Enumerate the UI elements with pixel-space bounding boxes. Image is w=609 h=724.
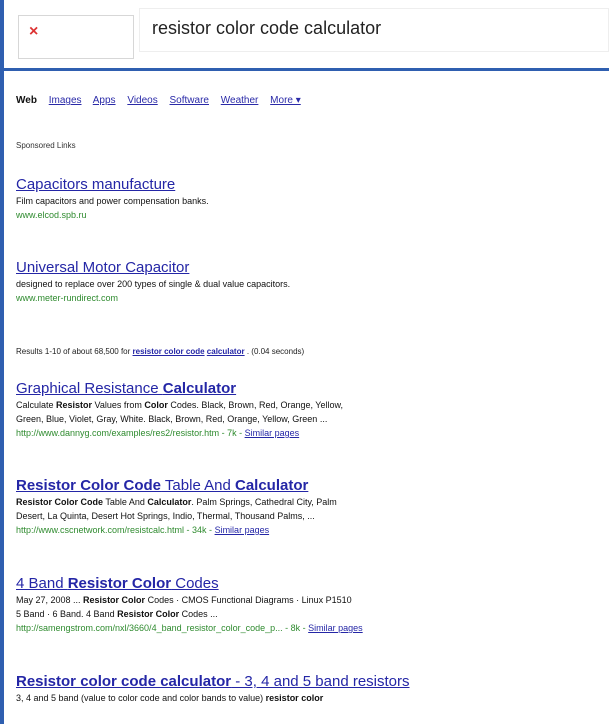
summary-query-link-2[interactable]: calculator	[207, 347, 245, 356]
desc-text: 5 Band · 6 Band. 4 Band	[16, 609, 118, 619]
result-title-part[interactable]: Graphical Resistance	[16, 380, 163, 397]
desc-text: Resistor Color Code	[16, 497, 104, 507]
summary-prefix: Results 1-10 of about 68,500 for	[16, 347, 133, 356]
ad-result: Universal Motor Capacitor designed to re…	[16, 259, 606, 305]
desc-text: . Palm Springs, Cathedral City, Palm	[191, 497, 337, 507]
result-url-line: http://samengstrom.com/nxl/3660/4_band_r…	[16, 621, 606, 635]
tab-apps[interactable]: Apps	[93, 95, 116, 106]
result-description: May 27, 2008 ... Resistor Color Codes · …	[16, 593, 606, 607]
result-description: Desert, La Quinta, Desert Hot Springs, I…	[16, 511, 315, 521]
desc-text: Codes · CMOS Functional Diagrams · Linux…	[145, 595, 352, 605]
search-header: × resistor color code calculator	[4, 0, 609, 68]
tab-weather[interactable]: Weather	[221, 95, 259, 106]
ad-description: designed to replace over 200 types of si…	[16, 279, 291, 289]
similar-pages-link[interactable]: Similar pages	[215, 525, 270, 535]
result-url-line: http://www.dannyg.com/examples/res2/resi…	[16, 426, 606, 440]
summary-suffix: . (0.04 seconds)	[246, 347, 305, 356]
close-icon[interactable]: ×	[29, 23, 38, 41]
result-description: Green, Blue, Violet, Gray, White. Black,…	[16, 414, 328, 424]
desc-text: Resistor Color	[83, 595, 146, 605]
sponsored-label: Sponsored Links	[16, 141, 76, 150]
result-title-part[interactable]: Resistor color code calculator	[16, 673, 231, 690]
result-title-part[interactable]: - 3, 4 and 5 band resistors	[231, 673, 409, 690]
clear-search-button[interactable]: ×	[18, 15, 134, 59]
result-title-link[interactable]: Resistor Color Code Table And Calculator	[16, 477, 606, 495]
search-tabs: Web Images Apps Videos Software Weather …	[16, 95, 310, 106]
desc-text: Codes ...	[179, 609, 218, 619]
desc-text: Calculator	[147, 497, 192, 507]
desc-text: resistor color	[265, 693, 324, 703]
tab-videos[interactable]: Videos	[127, 95, 157, 106]
result-title-part[interactable]: Codes	[171, 575, 218, 592]
result-title-part[interactable]: Table And	[161, 477, 235, 494]
result-title-link[interactable]: 4 Band Resistor Color Codes	[16, 575, 606, 593]
results-summary: Results 1-10 of about 68,500 for resisto…	[16, 347, 304, 356]
result-title-part[interactable]: Calculator	[235, 477, 308, 494]
result-url-line: http://www.cscnetwork.com/resistcalc.htm…	[16, 523, 606, 537]
search-result: Graphical Resistance Calculator Calculat…	[16, 380, 606, 440]
desc-text: Values from	[92, 400, 145, 410]
ad-title-link[interactable]: Universal Motor Capacitor	[16, 259, 606, 277]
result-title-part[interactable]: Resistor Color Code	[16, 477, 161, 494]
ad-description: Film capacitors and power compensation b…	[16, 196, 209, 206]
desc-text: Calculate	[16, 400, 57, 410]
tab-web[interactable]: Web	[16, 95, 37, 106]
similar-pages-link[interactable]: Similar pages	[245, 428, 300, 438]
tab-more[interactable]: More ▾	[270, 95, 301, 106]
result-title-part[interactable]: Resistor Color	[68, 575, 171, 592]
result-url[interactable]: http://samengstrom.com/nxl/3660/4_band_r…	[16, 623, 308, 633]
desc-text: Resistor	[56, 400, 93, 410]
result-title-link[interactable]: Resistor color code calculator - 3, 4 an…	[16, 673, 606, 691]
ad-url[interactable]: www.meter-rundirect.com	[16, 291, 606, 305]
tab-images[interactable]: Images	[49, 95, 82, 106]
ad-result: Capacitors manufacture Film capacitors a…	[16, 176, 606, 222]
result-description: 5 Band · 6 Band. 4 Band Resistor Color C…	[16, 607, 606, 621]
search-result: Resistor color code calculator - 3, 4 an…	[16, 673, 606, 705]
result-description: Resistor Color Code Table And Calculator…	[16, 495, 606, 509]
result-title-part[interactable]: 4 Band	[16, 575, 68, 592]
tab-software[interactable]: Software	[170, 95, 209, 106]
header-divider	[4, 68, 609, 71]
result-description: Calculate Resistor Values from Color Cod…	[16, 398, 606, 412]
result-url[interactable]: http://www.dannyg.com/examples/res2/resi…	[16, 428, 245, 438]
result-title-part[interactable]: Calculator	[163, 380, 236, 397]
result-title-link[interactable]: Graphical Resistance Calculator	[16, 380, 606, 398]
search-result: Resistor Color Code Table And Calculator…	[16, 477, 606, 537]
ad-title-link[interactable]: Capacitors manufacture	[16, 176, 606, 194]
summary-query-link-1[interactable]: resistor color code	[133, 347, 205, 356]
result-url[interactable]: http://www.cscnetwork.com/resistcalc.htm…	[16, 525, 215, 535]
search-result: 4 Band Resistor Color Codes May 27, 2008…	[16, 575, 606, 635]
desc-text: Table And	[103, 497, 148, 507]
desc-text: Codes. Black, Brown, Red, Orange, Yellow…	[167, 400, 344, 410]
similar-pages-link[interactable]: Similar pages	[308, 623, 363, 633]
desc-text: 3, 4 and 5 band (value to color code and…	[16, 693, 266, 703]
ad-url[interactable]: www.elcod.spb.ru	[16, 208, 606, 222]
desc-text: Resistor Color	[117, 609, 180, 619]
result-description: 3, 4 and 5 band (value to color code and…	[16, 691, 606, 705]
desc-text: Color	[144, 400, 168, 410]
search-query-text[interactable]: resistor color code calculator	[152, 18, 381, 39]
desc-text: May 27, 2008 ...	[16, 595, 84, 605]
